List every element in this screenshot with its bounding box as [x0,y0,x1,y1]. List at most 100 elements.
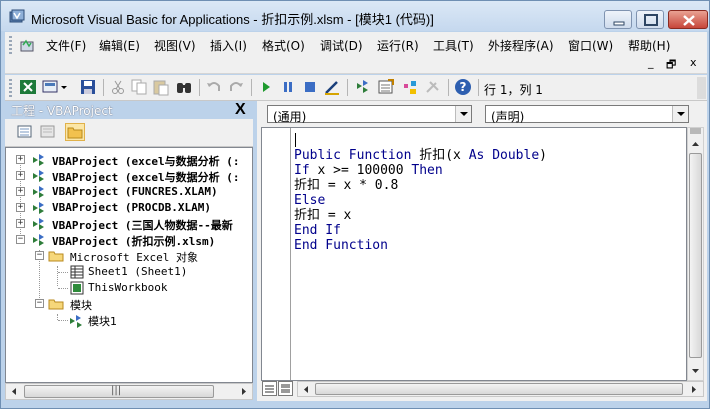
properties-window-icon[interactable] [377,78,395,96]
view-object-icon[interactable] [38,123,58,141]
tree-item[interactable]: + VBAProject (excel与数据分析 (: [6,168,252,184]
insert-userform-icon[interactable] [42,78,60,96]
copy-icon[interactable] [130,78,148,96]
menu-run[interactable]: 运行(R) [377,37,419,54]
code-line[interactable]: End If [294,223,341,238]
chevron-down-icon[interactable] [455,106,471,122]
code-margin[interactable] [262,128,291,380]
tree-item[interactable]: 模块1 [6,312,252,329]
project-horizontal-scrollbar[interactable]: ||| [5,383,253,400]
toolbar-overflow[interactable] [697,77,706,99]
menu-help[interactable]: 帮助(H) [628,37,670,54]
menu-grip[interactable] [9,36,12,54]
expand-toggle[interactable]: + [16,171,25,180]
procedure-dropdown-value: (声明) [491,110,525,124]
code-line[interactable]: If x >= 100000 Then [294,163,443,178]
scroll-right-button[interactable] [235,384,252,399]
code-line[interactable]: 折扣 = x [294,208,351,223]
menu-insert[interactable]: 插入(I) [210,37,247,54]
collapse-toggle[interactable]: − [35,299,44,308]
split-handle[interactable] [690,128,701,134]
expand-toggle[interactable]: + [16,155,25,164]
code-line[interactable]: End Function [294,238,388,253]
menu-tools[interactable]: 工具(T) [433,37,474,54]
code-vertical-scrollbar[interactable] [687,127,704,381]
save-icon[interactable] [79,78,97,96]
view-code-icon[interactable] [15,123,35,141]
scroll-down-button[interactable] [688,364,703,378]
standard-toolbar: ? 行 1，列 1 [5,75,707,101]
expand-toggle[interactable]: + [16,187,25,196]
tree-item-label: VBAProject (excel与数据分析 (: [52,171,240,184]
project-explorer-close-button[interactable]: X [235,101,246,119]
tree-item[interactable]: ThisWorkbook [6,280,252,296]
pause-icon[interactable] [279,78,297,96]
collapse-toggle[interactable]: − [35,251,44,260]
project-explorer-icon[interactable] [354,78,372,96]
menu-format[interactable]: 格式(O) [262,37,305,54]
tree-item-label: ThisWorkbook [88,281,168,294]
menu-edit[interactable]: 编辑(E) [99,37,140,54]
object-dropdown[interactable]: (通用) [267,105,472,124]
mdi-close-button[interactable]: x [690,56,697,69]
maximize-button[interactable] [636,10,664,29]
help-icon[interactable]: ? [454,78,472,96]
toolbox-icon[interactable] [424,78,442,96]
scroll-left-button[interactable] [6,384,23,399]
scroll-thumb[interactable] [689,153,702,358]
excel-view-icon[interactable] [19,78,37,96]
code-line[interactable]: 折扣 = x * 0.8 [294,178,398,193]
expand-toggle[interactable]: + [16,219,25,228]
tree-item[interactable]: + VBAProject (三国人物数据--最新 [6,216,252,232]
project-explorer-title: 工程 - VBAProject [11,104,113,118]
object-browser-icon[interactable] [401,78,419,96]
mdi-restore-button[interactable]: 🗗 [666,56,676,75]
scroll-left-button[interactable] [299,383,313,396]
paste-icon[interactable] [152,78,170,96]
tree-item[interactable]: + VBAProject (PROCDB.XLAM) [6,200,252,216]
tree-item[interactable]: + VBAProject (FUNCRES.XLAM) [6,184,252,200]
find-icon[interactable] [175,78,193,96]
chevron-down-icon[interactable] [672,106,688,122]
tree-item[interactable]: − 模块 [6,296,252,312]
code-editor[interactable]: Public Function 折扣(x As Double) If x >= 1… [261,127,687,381]
menu-debug[interactable]: 调试(D) [320,37,363,54]
code-keyword: As Double [468,148,540,163]
run-icon[interactable] [257,78,275,96]
folder-icon [67,127,83,139]
tree-item[interactable]: + VBAProject (excel与数据分析 (: [6,152,252,168]
scroll-up-button[interactable] [688,137,703,151]
menu-view[interactable]: 视图(V) [154,37,196,54]
scroll-thumb[interactable] [315,383,683,395]
procedure-dropdown[interactable]: (声明) [485,105,689,124]
close-button[interactable] [668,10,708,29]
menu-window[interactable]: 窗口(W) [568,37,613,54]
code-keyword: End Function [294,238,388,253]
code-horizontal-scrollbar[interactable] [297,381,704,397]
tree-item[interactable]: Sheet1 (Sheet1) [6,264,252,280]
mdi-minimize-button[interactable]: _ [648,56,654,69]
menu-addins[interactable]: 外接程序(A) [488,37,554,54]
toggle-folders-button[interactable] [65,123,85,141]
code-line[interactable]: Else [294,193,325,208]
minimize-button[interactable] [604,10,632,29]
toolbar-grip[interactable] [9,79,12,97]
scroll-thumb[interactable]: ||| [24,385,214,398]
scroll-right-button[interactable] [687,383,701,396]
tree-item[interactable]: − VBAProject (折扣示例.xlsm) [6,232,252,248]
redo-icon[interactable] [227,78,245,96]
tree-item[interactable]: − Microsoft Excel 对象 [6,248,252,264]
expand-toggle[interactable]: + [16,203,25,212]
collapse-toggle[interactable]: − [16,235,25,244]
design-mode-icon[interactable] [323,78,341,96]
title-bar[interactable]: Microsoft Visual Basic for Applications … [1,1,709,31]
procedure-view-button[interactable] [262,381,277,396]
toolbar-separator [448,79,449,96]
menu-file[interactable]: 文件(F) [46,37,86,54]
code-line[interactable]: Public Function 折扣(x As Double) [294,148,547,163]
chevron-down-icon[interactable] [60,78,68,96]
stop-icon[interactable] [301,78,319,96]
undo-icon[interactable] [205,78,223,96]
cut-icon[interactable] [109,78,127,96]
full-module-view-button[interactable] [278,381,293,396]
